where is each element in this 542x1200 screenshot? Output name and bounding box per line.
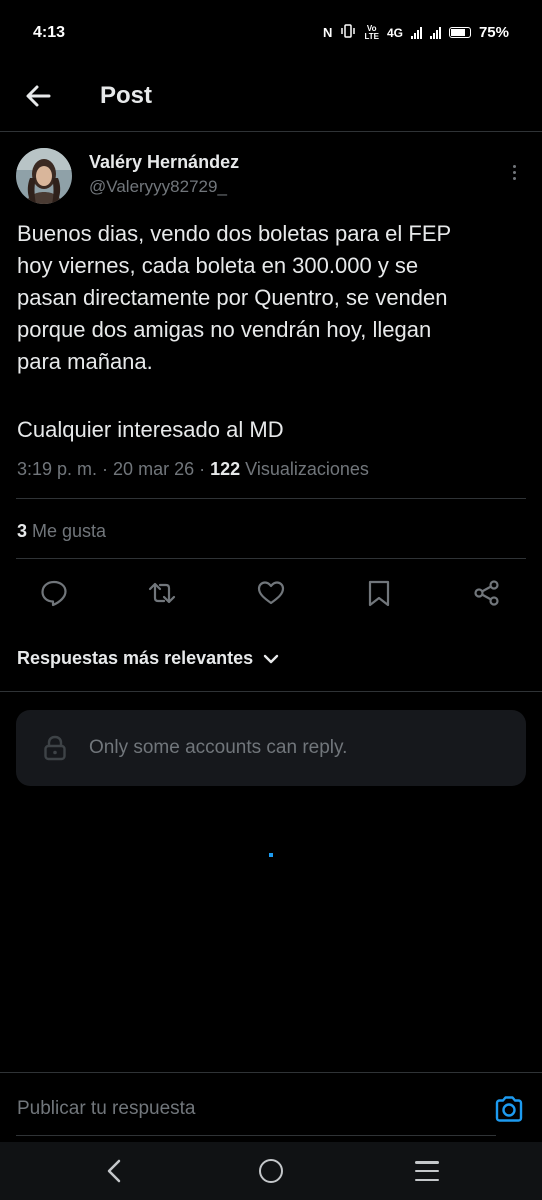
meta-separator: · bbox=[102, 459, 109, 479]
share-button[interactable] bbox=[472, 578, 502, 608]
like-button[interactable] bbox=[256, 578, 286, 608]
back-button[interactable] bbox=[22, 80, 54, 112]
likes-summary[interactable]: 3 Me gusta bbox=[17, 521, 106, 542]
status-icons: N Vo LTE 4G 75% bbox=[323, 24, 509, 41]
lock-icon bbox=[44, 735, 66, 761]
avatar[interactable] bbox=[16, 148, 72, 204]
views-label: Visualizaciones bbox=[245, 459, 369, 479]
nav-home-icon[interactable] bbox=[259, 1159, 283, 1183]
restriction-text: Only some accounts can reply. bbox=[89, 737, 348, 758]
battery-level: 75% bbox=[478, 24, 509, 41]
input-underline bbox=[16, 1135, 496, 1136]
battery-icon bbox=[448, 27, 471, 38]
bookmark-icon bbox=[368, 580, 390, 607]
divider bbox=[16, 498, 526, 499]
page-title: Post bbox=[100, 82, 153, 109]
repost-button[interactable] bbox=[147, 578, 177, 608]
post-time: 3:19 p. m. bbox=[17, 459, 98, 479]
divider bbox=[16, 558, 526, 559]
status-bar: 4:13 N Vo LTE 4G 75% bbox=[0, 0, 542, 64]
reply-button[interactable] bbox=[39, 578, 69, 608]
system-navigation-bar bbox=[0, 1142, 542, 1200]
reply-icon bbox=[41, 580, 67, 607]
author-name[interactable]: Valéry Hernández bbox=[89, 152, 239, 173]
likes-count: 3 bbox=[17, 521, 28, 541]
post-meta: 3:19 p. m. · 20 mar 26 · 122 Visualizaci… bbox=[17, 459, 369, 480]
replies-sort-dropdown[interactable]: Respuestas más relevantes bbox=[17, 648, 279, 669]
vibrate-icon bbox=[340, 24, 356, 41]
signal-icon bbox=[429, 26, 441, 39]
divider bbox=[0, 691, 542, 692]
reply-composer: Publicar tu respuesta bbox=[0, 1072, 542, 1142]
signal-icon bbox=[410, 26, 422, 39]
post-text-secondary: Cualquier interesado al MD bbox=[17, 417, 284, 442]
nfc-icon: N bbox=[323, 25, 333, 40]
nav-back-icon[interactable] bbox=[104, 1158, 124, 1184]
more-options-icon[interactable] bbox=[504, 160, 524, 184]
reply-restriction-notice: Only some accounts can reply. bbox=[16, 710, 526, 786]
reply-input[interactable]: Publicar tu respuesta bbox=[17, 1098, 196, 1120]
volte-icon: Vo LTE bbox=[364, 23, 379, 41]
bookmark-button[interactable] bbox=[364, 578, 394, 608]
repost-icon bbox=[148, 582, 176, 604]
nav-recents-icon[interactable] bbox=[415, 1161, 439, 1181]
meta-separator: · bbox=[199, 459, 206, 479]
top-bar: Post bbox=[0, 64, 542, 132]
views-count: 122 bbox=[210, 459, 241, 479]
camera-icon[interactable] bbox=[494, 1095, 524, 1123]
heart-icon bbox=[257, 581, 285, 605]
post-date: 20 mar 26 bbox=[113, 459, 195, 479]
arrow-left-icon bbox=[26, 85, 51, 107]
share-icon bbox=[474, 580, 499, 606]
network-type: 4G bbox=[386, 25, 403, 40]
author-handle[interactable]: @Valeryyy82729_ bbox=[89, 177, 227, 197]
post-text: Buenos dias, vendo dos boletas para el F… bbox=[17, 221, 452, 374]
likes-label: Me gusta bbox=[32, 521, 107, 541]
loading-indicator bbox=[269, 853, 273, 857]
status-time: 4:13 bbox=[33, 24, 66, 41]
chevron-down-icon bbox=[263, 654, 279, 663]
sort-label: Respuestas más relevantes bbox=[17, 648, 254, 668]
